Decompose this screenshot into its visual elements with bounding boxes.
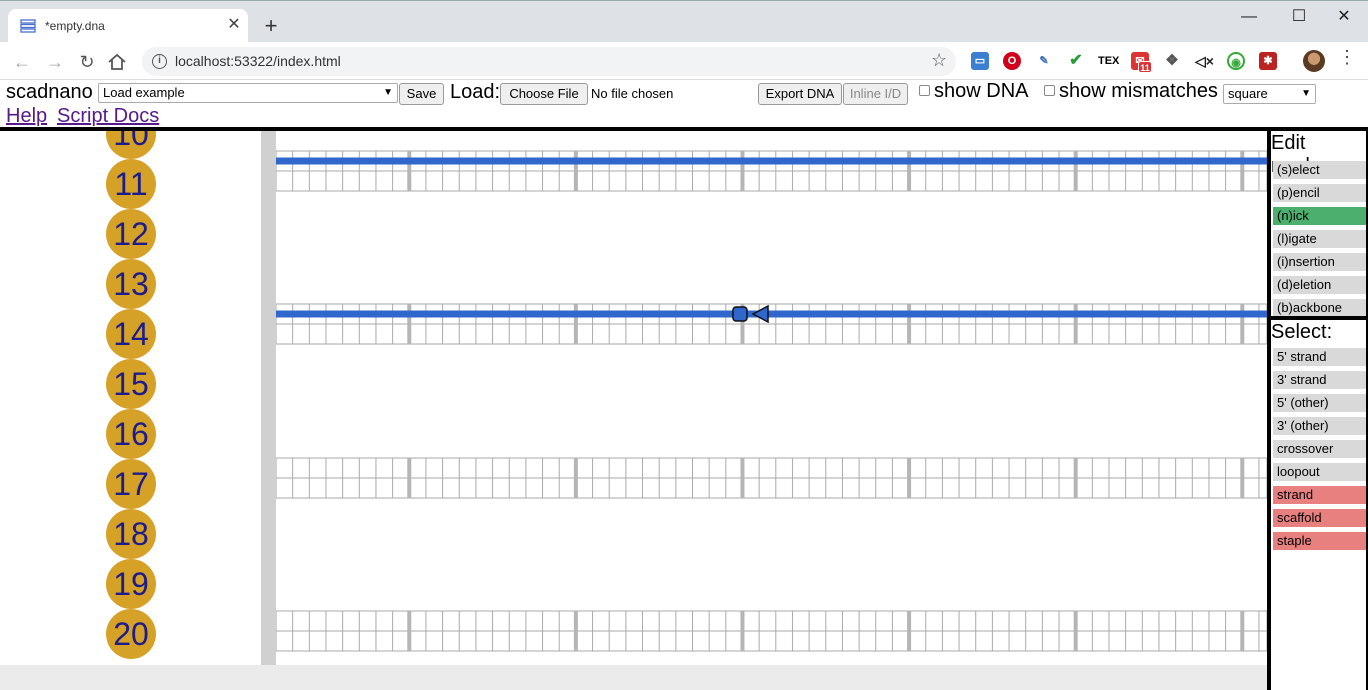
show-dna-label: show DNA: [934, 80, 1029, 102]
browser-tab[interactable]: *empty.dna ✕: [8, 9, 248, 44]
helix-circle-17[interactable]: 17: [106, 459, 156, 509]
side-view-scrollbar[interactable]: [261, 131, 276, 665]
helix-circle-14[interactable]: 14: [106, 309, 156, 359]
edit-mode-button[interactable]: (i)nsertion: [1273, 253, 1366, 271]
app-menu-bar: scadnano Load example ▼ Save Load: Choos…: [0, 80, 1368, 128]
app-title: scadnano: [6, 81, 93, 103]
forward-icon[interactable]: →: [42, 49, 68, 75]
mode-panel: Edit mode: (s)elect(p)encil(n)ick(l)igat…: [1271, 131, 1366, 690]
side-view-pane[interactable]: 10 11 12 13 14 15 16 17 18 19 20: [0, 131, 261, 665]
helix-circle-13[interactable]: 13: [106, 259, 156, 309]
profile-avatar[interactable]: [1303, 50, 1325, 72]
select-option-button[interactable]: 3' (other): [1273, 417, 1366, 435]
helix-circle-18[interactable]: 18: [106, 509, 156, 559]
select-option-button[interactable]: scaffold: [1273, 509, 1366, 527]
load-example-value: Load example: [103, 85, 185, 100]
select-option-button[interactable]: 3' strand: [1273, 371, 1366, 389]
helix-circle-15[interactable]: 15: [106, 359, 156, 409]
reload-icon[interactable]: ↻: [74, 49, 100, 75]
select-option-button[interactable]: 5' strand: [1273, 348, 1366, 366]
close-window-icon[interactable]: ✕: [1321, 5, 1367, 29]
load-example-select[interactable]: Load example ▼: [98, 83, 398, 103]
helix-circle-11[interactable]: 11: [106, 159, 156, 209]
inline-id-button[interactable]: Inline I/D: [843, 83, 908, 105]
helix-circle-12[interactable]: 12: [106, 209, 156, 259]
strand-5prime-end[interactable]: [732, 306, 748, 322]
extension-red-icon[interactable]: ✱: [1259, 52, 1277, 70]
helix-circle-20[interactable]: 20: [106, 609, 156, 659]
save-button[interactable]: Save: [399, 83, 444, 105]
select-option-button[interactable]: loopout: [1273, 463, 1366, 481]
mail-badge: 11: [1138, 61, 1152, 73]
edit-mode-button[interactable]: (p)encil: [1273, 184, 1366, 202]
extension-opera-icon[interactable]: O: [1003, 52, 1021, 70]
helix-shape-select[interactable]: square ▼: [1223, 84, 1316, 104]
help-link[interactable]: Help: [6, 105, 47, 128]
edit-mode-button[interactable]: (b)ackbone: [1273, 299, 1366, 317]
helix-shape-value: square: [1228, 86, 1268, 101]
extension-signature-icon[interactable]: ✎: [1035, 52, 1053, 70]
new-tab-icon[interactable]: +: [258, 13, 284, 39]
browser-titlebar: *empty.dna ✕ + — ☐ ✕: [0, 0, 1368, 44]
file-status: No file chosen: [591, 86, 674, 101]
tab-close-icon[interactable]: ✕: [224, 15, 244, 35]
chevron-down-icon: ▼: [383, 87, 393, 98]
mute-tab-icon[interactable]: ◁×: [1195, 52, 1214, 70]
edit-mode-button[interactable]: (s)elect: [1273, 161, 1366, 179]
minimize-icon[interactable]: —: [1226, 5, 1272, 29]
extension-check-icon[interactable]: ✔: [1067, 52, 1085, 70]
extension-target-icon[interactable]: ◉: [1227, 52, 1245, 70]
bookmark-star-icon[interactable]: ☆: [931, 50, 947, 71]
browser-toolbar: ← → ↻ i localhost:53322/index.html ☆ ▭ O…: [0, 43, 1368, 80]
helix-circle-16[interactable]: 16: [106, 409, 156, 459]
home-icon[interactable]: [106, 52, 128, 72]
main-design-view[interactable]: [276, 131, 1267, 665]
extension-dropbox-icon[interactable]: ❖: [1163, 52, 1181, 70]
maximize-icon[interactable]: ☐: [1276, 5, 1322, 29]
select-option-button[interactable]: 5' (other): [1273, 394, 1366, 412]
load-label: Load:: [450, 81, 501, 103]
address-bar[interactable]: i localhost:53322/index.html ☆: [142, 47, 956, 76]
site-info-icon[interactable]: i: [152, 54, 167, 69]
select-option-button[interactable]: staple: [1273, 532, 1366, 550]
tab-title: *empty.dna: [45, 19, 105, 33]
back-icon[interactable]: ←: [9, 49, 35, 75]
show-mismatches-label: show mismatches: [1059, 80, 1218, 102]
helix-circle-19[interactable]: 19: [106, 559, 156, 609]
extension-chat-icon[interactable]: ▭: [971, 52, 989, 70]
browser-menu-icon[interactable]: ⋮: [1338, 47, 1356, 68]
helix-grid-svg[interactable]: [276, 131, 1267, 665]
edit-mode-button[interactable]: (d)eletion: [1273, 276, 1366, 294]
show-mismatches-checkbox[interactable]: [1044, 85, 1055, 96]
chevron-down-icon: ▼: [1301, 88, 1311, 99]
choose-file-button[interactable]: Choose File: [500, 83, 588, 105]
edit-mode-button[interactable]: (n)ick: [1273, 207, 1366, 225]
script-docs-link[interactable]: Script Docs: [57, 105, 159, 128]
select-option-button[interactable]: strand: [1273, 486, 1366, 504]
bottom-status-bar: [0, 665, 1267, 690]
extension-tex-icon[interactable]: TEX: [1098, 52, 1119, 70]
select-option-button[interactable]: crossover: [1273, 440, 1366, 458]
url-text[interactable]: localhost:53322/index.html: [175, 53, 341, 69]
scadnano-favicon-icon: [20, 19, 36, 33]
select-title: Select:: [1271, 321, 1333, 343]
edit-mode-button[interactable]: (l)igate: [1273, 230, 1366, 248]
export-dna-button[interactable]: Export DNA: [758, 83, 842, 105]
helix-circle-10[interactable]: 10: [106, 131, 156, 159]
panel-separator: [1271, 316, 1366, 320]
show-dna-checkbox[interactable]: [919, 85, 930, 96]
